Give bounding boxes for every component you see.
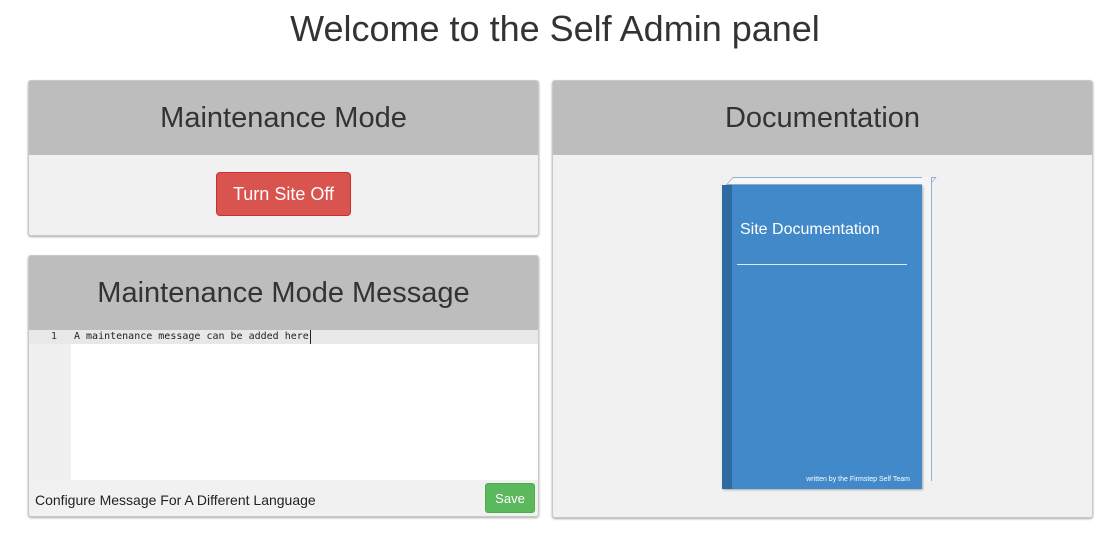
maintenance-message-panel: Maintenance Mode Message 1 A maintenance… <box>28 255 539 517</box>
maintenance-message-header: Maintenance Mode Message <box>29 256 538 330</box>
save-button[interactable]: Save <box>485 483 535 513</box>
book-icon[interactable]: Site Documentation written by the Firmst… <box>722 177 937 489</box>
book-cover: Site Documentation written by the Firmst… <box>722 185 922 489</box>
maintenance-mode-header: Maintenance Mode <box>29 81 538 155</box>
configure-language-link[interactable]: Configure Message For A Different Langua… <box>35 492 316 508</box>
message-editor[interactable]: 1 A maintenance message can be added her… <box>29 330 538 480</box>
maintenance-mode-panel: Maintenance Mode Turn Site Off <box>28 80 539 236</box>
editor-line-text[interactable]: A maintenance message can be added here <box>74 330 311 344</box>
book-pages-side <box>922 177 932 481</box>
book-title: Site Documentation <box>740 221 880 238</box>
documentation-header: Documentation <box>553 81 1092 155</box>
turn-site-off-button[interactable]: Turn Site Off <box>216 172 351 216</box>
book-spine <box>722 185 732 489</box>
book-divider <box>737 264 907 265</box>
editor-gutter <box>29 330 71 480</box>
book-pages-top <box>726 177 937 185</box>
page-title: Welcome to the Self Admin panel <box>290 8 820 49</box>
editor-line-number: 1 <box>50 331 57 342</box>
book-footer: written by the Firmstep Self Team <box>806 476 910 483</box>
documentation-panel: Documentation Site Documentation written… <box>552 80 1093 518</box>
